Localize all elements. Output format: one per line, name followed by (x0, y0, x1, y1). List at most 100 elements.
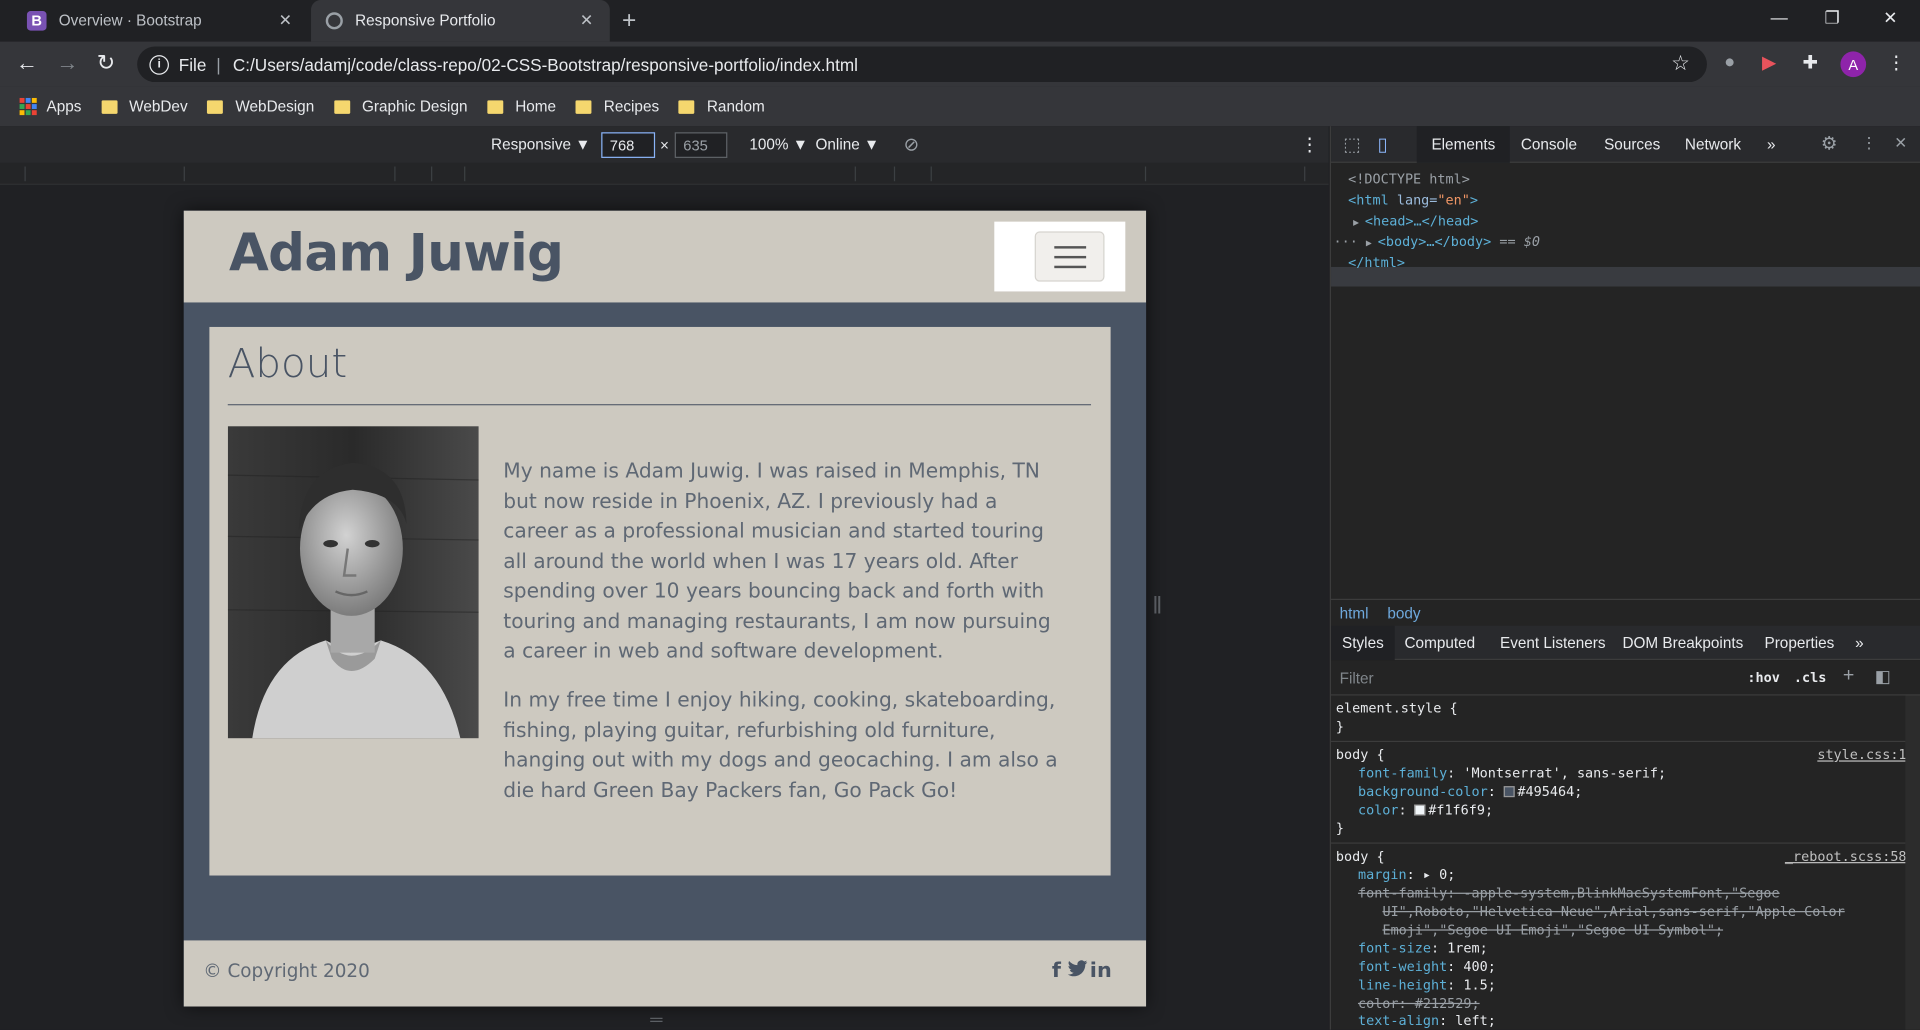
more-subtabs-icon[interactable]: » (1855, 634, 1864, 651)
bookmark-folder[interactable]: Graphic Design (333, 98, 467, 115)
style-declaration[interactable]: background-color: #495464; (1358, 784, 1582, 802)
bookmark-folder[interactable]: Home (487, 98, 556, 115)
linkedin-icon[interactable]: in (1090, 959, 1112, 983)
style-declaration[interactable]: text-align: left; (1358, 1013, 1496, 1030)
resize-handle-bottom[interactable]: ═ (650, 1009, 662, 1029)
element-style-selector[interactable]: element.style { (1336, 700, 1458, 718)
prop-name: color (1357, 802, 1399, 818)
source-link[interactable]: style.css:1 (1817, 747, 1906, 765)
rotate-icon[interactable]: ⊘ (904, 133, 919, 156)
rule-selector[interactable]: body { (1336, 849, 1385, 867)
twitter-icon[interactable] (1067, 959, 1088, 983)
kebab-menu-icon[interactable]: ⋮ (1887, 51, 1905, 74)
breadcrumb-body[interactable]: body (1387, 605, 1420, 622)
tab-responsive-portfolio[interactable]: Responsive Portfolio ✕ (311, 0, 610, 42)
network-throttle-dropdown[interactable]: Online ▼ (816, 136, 880, 153)
styles-filter-bar: Filter :hov .cls + ◧ (1331, 661, 1920, 696)
cls-toggle[interactable]: .cls (1794, 670, 1826, 686)
tab-event-listeners[interactable]: Event Listeners (1500, 634, 1606, 651)
more-tabs-icon[interactable]: » (1767, 136, 1776, 153)
bookmark-folder[interactable]: WebDesign (207, 98, 314, 115)
divider: | (216, 54, 221, 75)
record-extension-icon[interactable]: ▶ (1762, 51, 1776, 74)
prop-name: font-size (1357, 940, 1431, 957)
extension-icon[interactable]: ● (1724, 51, 1735, 72)
info-icon[interactable]: i (149, 54, 169, 75)
style-declaration[interactable]: font-family: 'Montserrat', sans-serif; (1358, 765, 1666, 783)
forward-icon[interactable]: → (56, 50, 78, 76)
breadcrumb-html[interactable]: html (1340, 605, 1369, 622)
address-bar[interactable]: i File | C:/Users/adamj/code/class-repo/… (137, 46, 1707, 83)
window-close-icon[interactable]: ✕ (1883, 7, 1897, 28)
attr-value: "en" (1437, 192, 1470, 209)
overridden-declaration[interactable]: font-family: -apple-system,BlinkMacSyste… (1358, 885, 1780, 903)
bookmarks-bar: Apps WebDev WebDesign Graphic Design Hom… (0, 86, 1920, 127)
site-brand[interactable]: Adam Juwig (229, 223, 564, 283)
prop-value: 1rem; (1447, 940, 1488, 957)
tab-properties[interactable]: Properties (1765, 634, 1835, 651)
avatar[interactable]: A (1840, 51, 1867, 78)
tab-sources[interactable]: Sources (1604, 136, 1660, 153)
new-tab-icon[interactable]: + (622, 7, 636, 35)
dom-head-node[interactable]: ▶ <head>…</head> (1353, 211, 1478, 233)
tab-styles[interactable]: Styles (1331, 625, 1395, 661)
style-declaration[interactable]: font-size: 1rem; (1358, 940, 1488, 958)
bookmark-star-icon[interactable]: ☆ (1671, 51, 1690, 75)
more-options-icon[interactable]: ⋮ (1300, 133, 1318, 156)
gear-icon[interactable]: ⚙ (1821, 132, 1837, 154)
dom-doctype[interactable]: <!DOCTYPE html> (1348, 169, 1470, 190)
tab-bootstrap[interactable]: B Overview · Bootstrap ✕ (12, 0, 308, 42)
tab-computed[interactable]: Computed (1405, 634, 1476, 651)
style-declaration[interactable]: margin: ▸ 0; (1358, 867, 1455, 885)
tab-elements[interactable]: Elements (1416, 126, 1510, 163)
bookmark-apps[interactable]: Apps (19, 97, 81, 116)
devtools-close-icon[interactable]: ✕ (1894, 133, 1907, 152)
bookmark-folder[interactable]: Random (678, 98, 765, 115)
viewport-width-input[interactable]: 768 (601, 132, 656, 158)
style-declaration[interactable]: font-weight: 400; (1358, 959, 1496, 977)
tab-dom-breakpoints[interactable]: DOM Breakpoints (1622, 634, 1743, 651)
bookmark-label: WebDesign (235, 97, 315, 116)
tab-console[interactable]: Console (1521, 136, 1577, 153)
tab-network[interactable]: Network (1685, 136, 1741, 153)
bookmark-folder[interactable]: WebDev (101, 98, 188, 115)
styles-scrollbar[interactable] (1905, 695, 1920, 1030)
color-swatch[interactable] (1414, 804, 1426, 816)
style-declaration[interactable]: line-height: 1.5; (1358, 977, 1496, 995)
style-declaration[interactable]: color: #f1f6f9; (1358, 802, 1493, 820)
source-link[interactable]: _reboot.scss:58 (1785, 849, 1907, 867)
globe-icon (325, 12, 343, 30)
resize-handle-right[interactable]: ‖ (1152, 593, 1162, 621)
facebook-icon[interactable]: f (1052, 959, 1061, 983)
folder-icon (207, 99, 224, 114)
minimize-icon[interactable]: — (1771, 7, 1788, 27)
dom-html-node[interactable]: <html lang="en"> (1348, 190, 1478, 211)
rule-close: } (1335, 718, 1345, 735)
toggle-sidebar-icon[interactable]: ◧ (1875, 666, 1891, 687)
devtools-menu-icon[interactable]: ⋮ (1861, 133, 1876, 152)
zoom-dropdown[interactable]: 100% ▼ (749, 136, 808, 153)
dom-html-close[interactable]: </html> (1348, 252, 1405, 273)
reload-icon[interactable]: ↻ (97, 50, 115, 76)
puzzle-icon[interactable]: ✚ (1802, 51, 1817, 74)
inspect-element-icon[interactable]: ⬚ (1343, 133, 1360, 156)
color-swatch[interactable] (1503, 786, 1515, 798)
profile-photo (227, 426, 479, 739)
close-icon[interactable]: ✕ (272, 11, 299, 31)
hamburger-menu-button[interactable] (1034, 231, 1105, 282)
hov-toggle[interactable]: :hov (1747, 670, 1779, 686)
dom-body-node[interactable]: ··· ▶ <body>…</body> == $0 (1333, 231, 1539, 253)
rule-selector[interactable]: body { (1336, 747, 1385, 765)
close-icon[interactable]: ✕ (573, 11, 600, 31)
back-icon[interactable]: ← (16, 50, 38, 76)
new-rule-icon[interactable]: + (1843, 665, 1854, 687)
bookmark-folder[interactable]: Recipes (575, 98, 659, 115)
times-sign: × (660, 137, 669, 155)
device-toggle-icon[interactable]: ▯ (1378, 133, 1388, 156)
viewport-height-input[interactable]: 635 (674, 132, 728, 158)
restore-icon[interactable]: ❐ (1825, 7, 1840, 28)
styles-filter-input[interactable]: Filter (1340, 670, 1374, 687)
url-text[interactable]: C:/Users/adamj/code/class-repo/02-CSS-Bo… (233, 54, 858, 74)
device-mode-dropdown[interactable]: Responsive ▼ (491, 136, 590, 153)
overridden-declaration[interactable]: color: #212529; (1358, 996, 1480, 1014)
